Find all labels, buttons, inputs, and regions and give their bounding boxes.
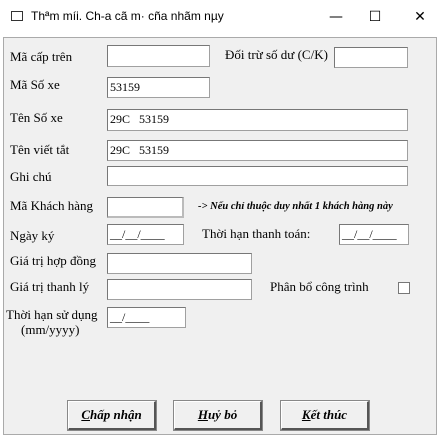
app-icon [11,11,23,21]
accept-label: hấp nhận [90,407,142,422]
maximize-button[interactable]: ☐ [355,0,395,33]
ma-khach-hang-label: Mã Khách hàng [10,198,94,213]
thoi-han-thanh-toan-input[interactable]: __/__/____ [339,224,409,245]
ten-so-xe-input[interactable]: 29C 53159 [107,109,408,131]
ten-viet-tat-input[interactable]: 29C 53159 [107,140,408,161]
ghi-chu-label: Ghi chú [10,169,52,184]
gia-tri-thanh-ly-label: Giá trị thanh lý [10,279,90,294]
thoi-han-su-dung-input[interactable]: __/____ [107,307,186,328]
gia-tri-hop-dong-input[interactable] [107,253,252,274]
ma-cap-tren-label: Mã cấp trên [10,49,73,64]
ma-so-xe-label: Mã Số xe [10,77,60,92]
cancel-label: uỷ bỏ [207,407,238,422]
thoi-han-su-dung-label: Thời hạn sử dụng [6,307,98,322]
cancel-hotkey: H [197,407,208,422]
ngay-ky-input[interactable]: __/__/____ [107,224,184,245]
ma-khach-hang-note: -> Nếu chỉ thuộc duy nhất 1 khách hàng n… [198,201,393,212]
minimize-button[interactable]: — [316,0,356,33]
ma-cap-tren-input[interactable] [107,45,210,67]
ten-so-xe-label: Tên Số xe [10,110,63,125]
ma-khach-hang-combo[interactable] [107,197,184,218]
ngay-ky-label: Ngày ký [10,228,55,243]
window-title: Thªm míi. Ch-a cã m· cña nhãm nµy [31,9,224,23]
ten-viet-tat-label: Tên viết tắt [10,142,70,157]
gia-tri-thanh-ly-input[interactable] [107,279,252,300]
phan-bo-checkbox[interactable] [398,282,410,294]
thoi-han-su-dung-format: (mm/yyyy) [21,322,80,337]
finish-label: ết thúc [310,407,348,422]
finish-hotkey: K [301,407,311,422]
ghi-chu-input[interactable] [107,166,408,186]
thoi-han-thanh-toan-label: Thời hạn thanh toán: [202,226,311,241]
doi-tru-label: Đối trừ số dư (C/K) [225,47,328,62]
close-button[interactable]: ✕ [400,0,440,33]
finish-button[interactable]: Kết thúc [280,400,370,431]
accept-button[interactable]: Chấp nhận [67,400,157,431]
cancel-button[interactable]: Huỷ bỏ [173,400,263,431]
title-bar: Thªm míi. Ch-a cã m· cña nhãm nµy — ☐ ✕ [0,0,446,33]
ma-so-xe-input[interactable]: 53159 [107,77,210,98]
gia-tri-hop-dong-label: Giá trị hợp đồng [10,253,96,268]
doi-tru-input[interactable] [334,47,408,68]
phan-bo-label: Phân bổ công trình [270,279,369,294]
accept-hotkey: C [81,407,90,422]
